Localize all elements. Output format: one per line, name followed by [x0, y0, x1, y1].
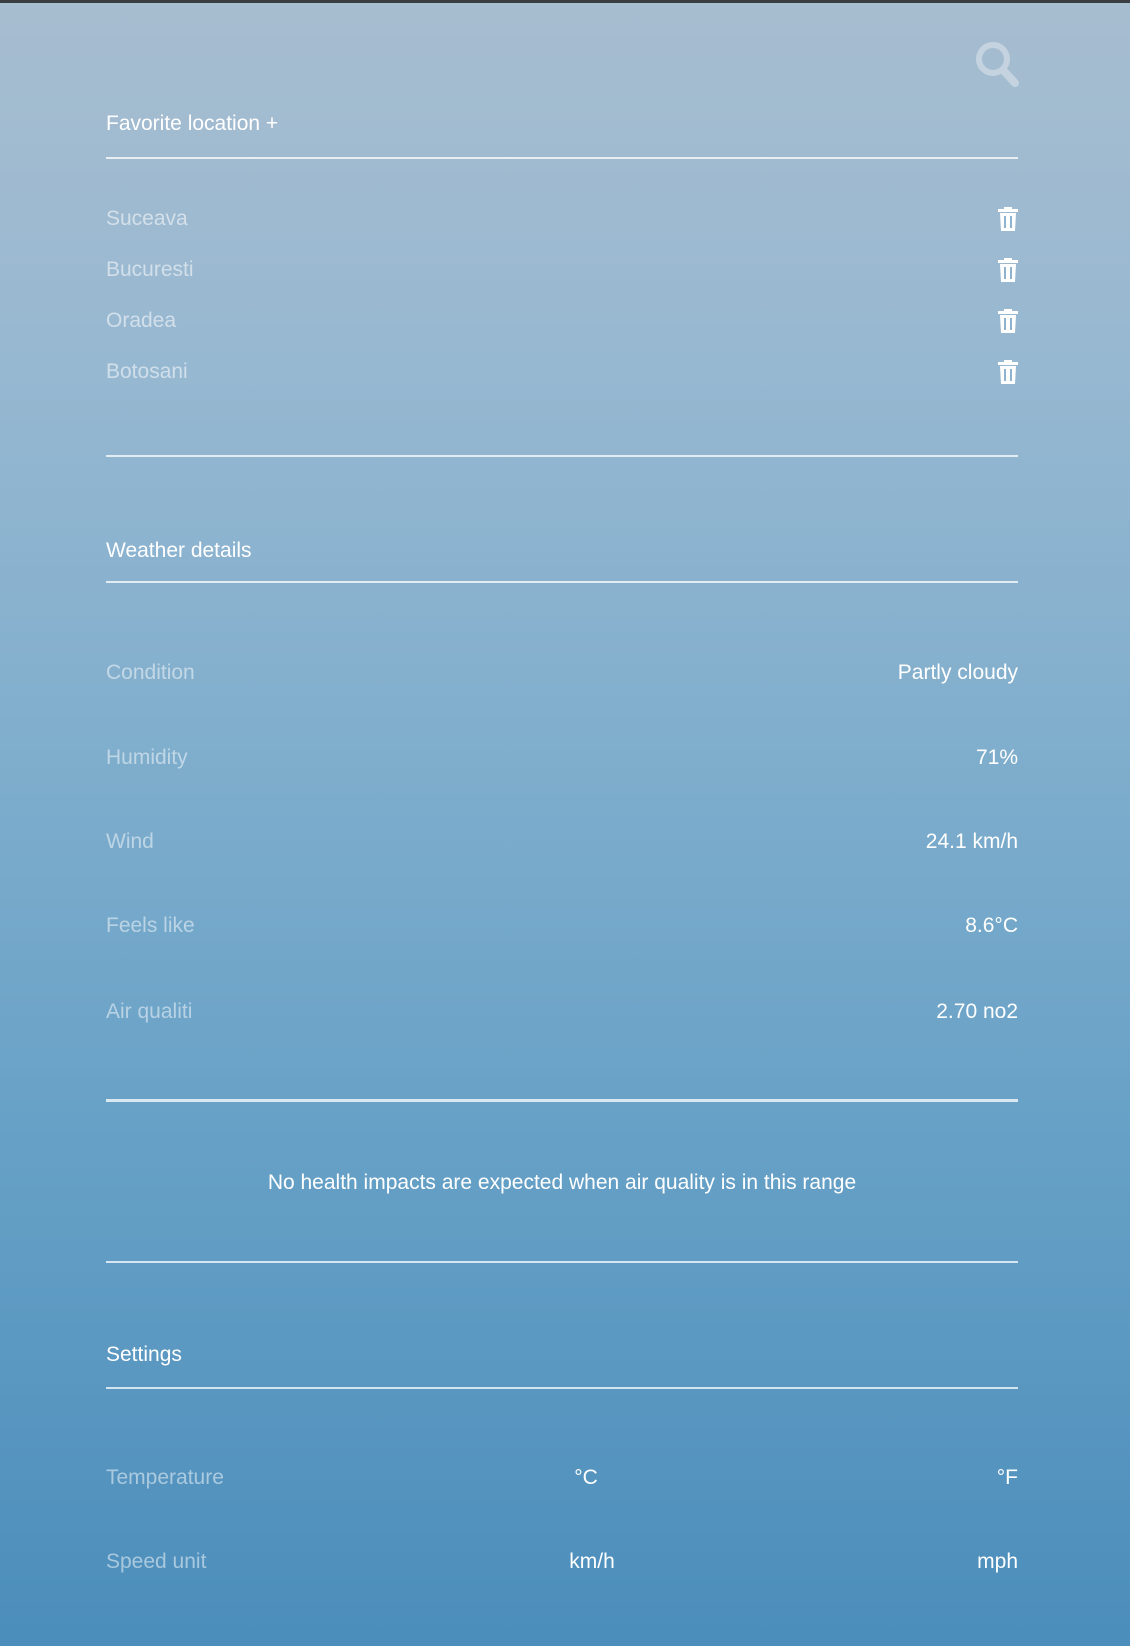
trash-icon — [998, 360, 1018, 384]
detail-row-condition: Condition Partly cloudy — [106, 656, 1018, 690]
temperature-fahrenheit-option[interactable]: °F — [997, 1461, 1018, 1495]
detail-value: Partly cloudy — [897, 661, 1018, 684]
air-quality-health-note: No health impacts are expected when air … — [267, 1171, 857, 1194]
temperature-celsius-option[interactable]: °C — [574, 1461, 598, 1495]
detail-row-humidity: Humidity 71% — [106, 741, 1018, 775]
weather-details-title: Weather details — [106, 539, 252, 562]
trash-icon — [998, 258, 1018, 282]
setting-label: Speed unit — [106, 1550, 207, 1573]
setting-row-temperature: Temperature °C °F — [106, 1461, 1018, 1495]
detail-label: Condition — [106, 661, 195, 684]
favorite-item: Botosani — [106, 355, 1018, 389]
settings-title: Settings — [106, 1343, 182, 1366]
detail-row-air-quality: Air qualiti 2.70 no2 — [106, 995, 1018, 1029]
favorite-item: Oradea — [106, 304, 1018, 338]
favorite-item-name[interactable]: Botosani — [106, 355, 188, 389]
favorite-item-name[interactable]: Oradea — [106, 304, 176, 338]
divider — [106, 1261, 1018, 1263]
delete-favorite-button[interactable] — [998, 258, 1018, 282]
divider — [106, 157, 1018, 159]
divider — [106, 455, 1018, 457]
detail-row-feels-like: Feels like 8.6°C — [106, 909, 1018, 943]
favorite-item-name[interactable]: Suceava — [106, 202, 188, 236]
detail-value: 71% — [975, 746, 1018, 769]
detail-label: Wind — [106, 830, 154, 853]
trash-icon — [998, 207, 1018, 231]
favorite-location-add[interactable]: Favorite location + — [106, 110, 278, 138]
favorite-item-name[interactable]: Bucuresti — [106, 253, 194, 287]
divider — [106, 1387, 1018, 1389]
delete-favorite-button[interactable] — [998, 309, 1018, 333]
main-panel: Favorite location + Suceava Bucuresti Or… — [106, 0, 1018, 1646]
trash-icon — [998, 309, 1018, 333]
detail-label: Humidity — [106, 746, 188, 769]
delete-favorite-button[interactable] — [998, 207, 1018, 231]
speed-kmh-option[interactable]: km/h — [569, 1545, 615, 1579]
setting-row-speed-unit: Speed unit km/h mph — [106, 1545, 1018, 1579]
delete-favorite-button[interactable] — [998, 360, 1018, 384]
divider — [106, 581, 1018, 583]
detail-value: 2.70 no2 — [936, 1000, 1018, 1023]
setting-label: Temperature — [106, 1466, 224, 1489]
detail-label: Air qualiti — [106, 1000, 193, 1023]
detail-label: Feels like — [106, 914, 195, 937]
favorite-item: Suceava — [106, 202, 1018, 236]
detail-value: 24.1 km/h — [925, 830, 1018, 853]
detail-row-wind: Wind 24.1 km/h — [106, 825, 1018, 859]
detail-value: 8.6°C — [965, 914, 1018, 937]
speed-mph-option[interactable]: mph — [977, 1545, 1018, 1579]
favorite-item: Bucuresti — [106, 253, 1018, 287]
divider — [106, 1099, 1018, 1102]
